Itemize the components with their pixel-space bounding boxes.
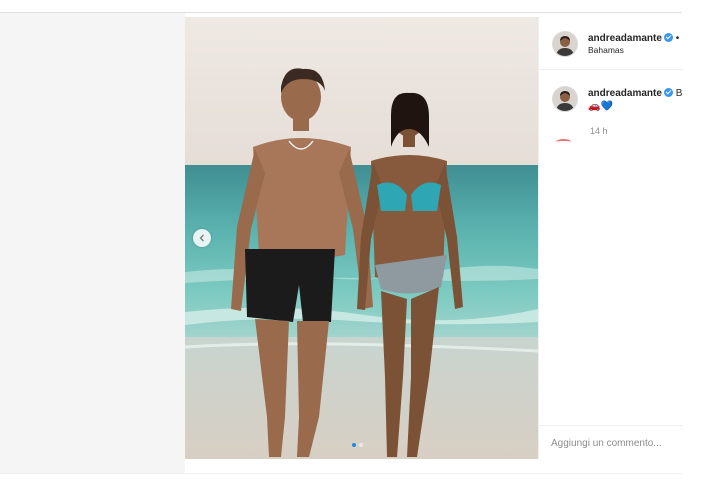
comment-input[interactable] xyxy=(551,438,679,449)
comment-avatar-partial xyxy=(556,139,571,145)
backdrop-left xyxy=(0,13,185,473)
post-photo[interactable] xyxy=(185,17,538,459)
carousel-prev-button[interactable] xyxy=(193,229,211,247)
comment-box xyxy=(539,425,683,460)
header-separator: • xyxy=(675,33,680,44)
post-location[interactable]: Bahamas xyxy=(588,45,624,55)
post-header: andreadamante • Bahamas xyxy=(539,17,683,70)
caption-username[interactable]: andreadamante xyxy=(588,88,662,99)
verified-badge-icon xyxy=(663,88,673,97)
caption-emojis: 🚗💙 xyxy=(588,101,613,112)
carousel-dot-active xyxy=(352,443,356,447)
carousel-dot xyxy=(359,443,363,447)
bottom-divider xyxy=(0,473,682,474)
caption-avatar[interactable] xyxy=(552,86,578,112)
caption-text: B xyxy=(675,88,683,99)
caption-timestamp[interactable]: 14 h xyxy=(590,126,608,136)
beach-couple-image xyxy=(185,17,538,459)
verified-badge-icon xyxy=(663,33,673,42)
chevron-left-icon xyxy=(199,234,204,242)
author-username[interactable]: andreadamante xyxy=(588,33,662,44)
avatar-image xyxy=(553,87,577,111)
post-side-panel: andreadamante • Bahamas andreadamante B … xyxy=(538,17,683,459)
author-username-row: andreadamante • xyxy=(588,33,679,44)
author-avatar[interactable] xyxy=(552,31,578,57)
avatar-image xyxy=(553,32,577,56)
carousel-indicator xyxy=(352,443,363,447)
caption-username-row: andreadamante B xyxy=(588,88,682,99)
